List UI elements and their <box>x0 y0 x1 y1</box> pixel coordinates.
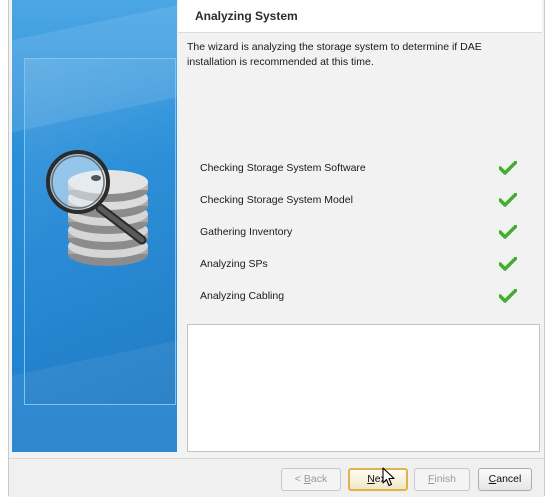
cancel-button-label: ancel <box>496 473 522 485</box>
wizard-window: Analyzing System The wizard is analyzing… <box>8 0 545 497</box>
page-description: The wizard is analyzing the storage syst… <box>187 41 482 68</box>
wizard-side-panel <box>12 0 177 452</box>
wizard-button-bar: < Back Next Finish Cancel <box>9 458 544 497</box>
back-button-label: ack <box>310 473 328 485</box>
check-item: Gathering Inventory <box>186 214 541 246</box>
check-item: Checking Storage System Model <box>186 182 541 214</box>
finish-button-label: inish <box>434 473 457 485</box>
green-checkmark-icon <box>499 289 517 303</box>
check-item-label: Checking Storage System Model <box>200 194 353 206</box>
finish-button[interactable]: Finish <box>414 468 470 491</box>
green-checkmark-icon <box>499 257 517 271</box>
green-checkmark-icon <box>499 161 517 175</box>
wizard-header: Analyzing System <box>178 0 542 33</box>
cancel-button[interactable]: Cancel <box>478 468 532 491</box>
check-item-label: Gathering Inventory <box>200 226 293 238</box>
next-button-hotkey: N <box>367 473 375 485</box>
check-item: Checking Storage System Software <box>186 150 541 182</box>
page-title: Analyzing System <box>195 9 298 23</box>
green-checkmark-icon <box>499 225 517 239</box>
back-button[interactable]: < Back <box>281 468 341 491</box>
green-checkmark-icon <box>499 193 517 207</box>
back-button-prefix: < <box>294 473 304 485</box>
check-item: Analyzing Cabling <box>186 278 541 310</box>
back-button-hotkey: B <box>303 473 311 485</box>
check-item-label: Checking Storage System Software <box>200 162 366 174</box>
check-item-label: Analyzing SPs <box>200 258 268 270</box>
analysis-check-list: Checking Storage System Software Checkin… <box>186 150 541 310</box>
next-button[interactable]: Next <box>348 468 408 491</box>
mouse-pointer-icon <box>382 467 395 487</box>
magnifier-disk-stack-icon <box>46 150 148 266</box>
check-item: Analyzing SPs <box>186 246 541 278</box>
details-log-area[interactable] <box>187 324 540 452</box>
check-item-label: Analyzing Cabling <box>200 290 285 302</box>
